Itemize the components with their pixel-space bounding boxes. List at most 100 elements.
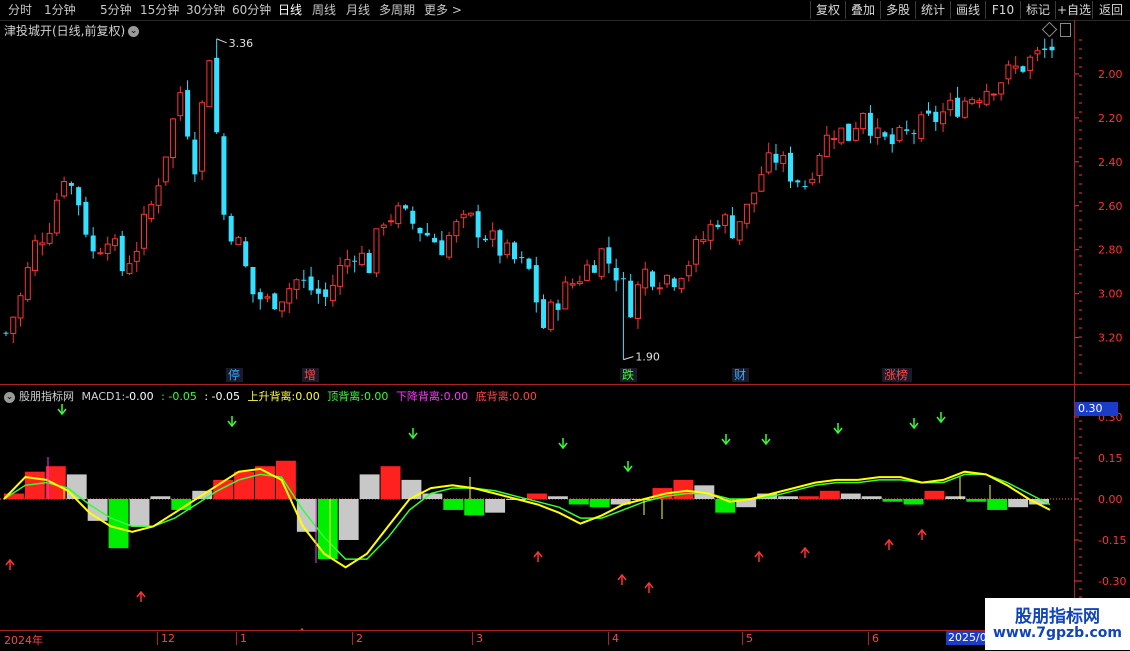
candle-body — [53, 199, 60, 234]
statistics-button[interactable]: 统计 — [915, 1, 950, 19]
candle-body — [235, 237, 242, 246]
candle-body — [685, 265, 692, 277]
candle-body — [620, 278, 626, 280]
current-date-badge: 2025/0 — [946, 631, 989, 645]
candle-body — [3, 332, 9, 334]
candle-body — [46, 232, 53, 244]
period-tab-more[interactable]: 更多 > — [424, 2, 462, 18]
candle-body — [337, 264, 344, 287]
period-tab-fenshi[interactable]: 分时 — [8, 2, 32, 18]
period-tab-1min[interactable]: 1分钟 — [44, 2, 76, 18]
candle-body — [598, 248, 605, 277]
macd-histogram-bar — [234, 471, 255, 499]
time-label-5: 5 — [742, 632, 753, 645]
period-tab-5min[interactable]: 5分钟 — [100, 2, 132, 18]
candle-body — [76, 187, 82, 206]
candle-body — [700, 239, 707, 243]
candle-body — [889, 134, 895, 145]
candle-body — [933, 111, 939, 122]
candle-body — [664, 274, 671, 285]
macd-y-label: -0.15 — [1098, 534, 1126, 547]
candle-body — [911, 133, 917, 135]
candle-body — [904, 129, 910, 131]
candle-body — [1049, 46, 1055, 51]
fuquan-button[interactable]: 复权 — [810, 1, 845, 19]
candle-body — [1027, 56, 1034, 71]
macd-y-label: 0.00 — [1098, 493, 1123, 506]
candle-body — [649, 271, 655, 287]
candle-body — [489, 230, 496, 240]
macd-y-label: -0.30 — [1098, 575, 1126, 588]
f10-button[interactable]: F10 — [985, 1, 1020, 19]
macd-histogram-bar — [966, 499, 987, 502]
candle-body — [1042, 48, 1048, 50]
event-tag: 跌 — [622, 367, 634, 382]
candle-body — [1005, 64, 1012, 80]
candle-body — [846, 123, 852, 141]
time-label-3: 3 — [472, 632, 483, 645]
candle-body — [678, 278, 685, 290]
period-tab-multi[interactable]: 多周期 — [379, 2, 415, 18]
candle-body — [671, 278, 677, 288]
candle-body — [504, 242, 511, 256]
candle-body — [39, 242, 46, 246]
candle-body — [446, 235, 453, 258]
candle-body — [1034, 50, 1041, 55]
candle-body — [192, 139, 198, 175]
candle-body — [707, 224, 714, 241]
macd-histogram-bar — [882, 499, 903, 502]
chevron-down-icon[interactable]: ⌄ — [128, 26, 140, 37]
candle-body — [68, 183, 74, 186]
candle-body — [301, 279, 307, 281]
candle-body — [838, 127, 845, 144]
period-tab-monthly[interactable]: 月线 — [346, 2, 370, 18]
macd-histogram-bar — [1008, 499, 1029, 508]
candle-body — [206, 60, 213, 108]
candle-body — [373, 228, 380, 274]
time-label-4: 4 — [608, 632, 619, 645]
candle-body — [795, 180, 801, 183]
period-tab-60min[interactable]: 60分钟 — [232, 2, 271, 18]
candle-body — [773, 153, 779, 163]
add-favorite-button[interactable]: +自选 — [1055, 1, 1092, 19]
period-tab-15min[interactable]: 15分钟 — [140, 2, 179, 18]
high-price-label: 3.36 — [229, 37, 254, 50]
y-tick-label: 3.00 — [1098, 288, 1123, 301]
candle-body — [526, 258, 532, 269]
candle-body — [613, 267, 619, 281]
macd-histogram-bar — [547, 496, 568, 499]
period-tab-weekly[interactable]: 周线 — [312, 2, 336, 18]
candle-body — [547, 301, 554, 330]
macd-histogram-bar — [798, 496, 819, 499]
panel-toggle-icon[interactable] — [1060, 23, 1071, 37]
y-tick-label: 2.60 — [1098, 200, 1123, 213]
macd-histogram-bar — [129, 499, 150, 527]
multi-stock-button[interactable]: 多股 — [880, 1, 915, 19]
candle-body — [133, 250, 140, 262]
back-button[interactable]: 返回 — [1092, 1, 1129, 19]
macd-y-label: 0.15 — [1098, 452, 1123, 465]
event-tag: 增 — [304, 368, 316, 382]
overlay-button[interactable]: 叠加 — [845, 1, 880, 19]
candle-body — [214, 57, 220, 133]
candle-body — [693, 238, 700, 265]
candle-body — [555, 303, 561, 310]
mark-button[interactable]: 标记 — [1020, 1, 1055, 19]
macd-histogram-bar — [778, 496, 798, 499]
price-chart[interactable]: 3.20 3.00 2.80 2.60 2.40 2.20 2.00 3.36 1.90 停 增 跌 财… — [0, 20, 1130, 384]
candle-body — [511, 242, 517, 260]
candle-body — [729, 215, 735, 239]
period-tab-daily[interactable]: 日线 — [278, 2, 302, 18]
macd-chart[interactable]: 0.30 0.15 0.00 -0.15 -0.30 — [0, 385, 1130, 630]
candle-body — [497, 230, 503, 256]
period-tab-30min[interactable]: 30分钟 — [186, 2, 225, 18]
macd-histogram-bar — [840, 493, 861, 499]
candle-body — [628, 280, 634, 318]
watermark-title: 股朋指标网 — [1015, 607, 1100, 627]
candle-body — [823, 134, 830, 157]
candle-body — [185, 90, 191, 137]
candle-body — [32, 240, 39, 272]
draw-line-button[interactable]: 画线 — [950, 1, 985, 19]
candle-body — [802, 186, 808, 188]
candle-body — [308, 276, 314, 291]
